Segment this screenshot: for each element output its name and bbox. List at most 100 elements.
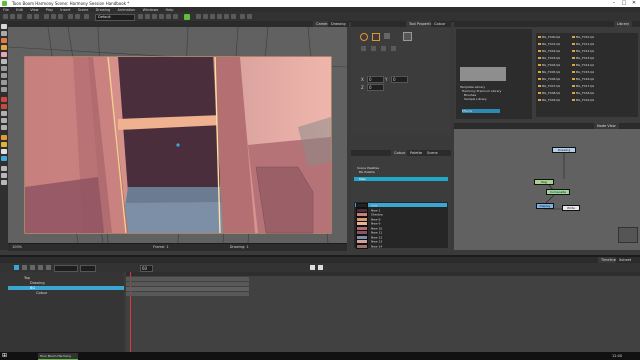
drawing-node[interactable]: Drawing (552, 147, 576, 153)
grid-icon[interactable] (75, 14, 80, 19)
preferences-icon[interactable] (173, 14, 178, 19)
scene-icon[interactable] (138, 14, 143, 19)
open-icon[interactable] (10, 14, 15, 19)
help-icon[interactable] (84, 14, 89, 19)
lasso-icon[interactable] (360, 33, 368, 41)
line-tool-icon[interactable] (1, 66, 7, 71)
colour-swatch-row[interactable]: New 11 (355, 230, 447, 235)
view-icon[interactable] (247, 14, 252, 19)
undo-icon[interactable] (27, 14, 32, 19)
palette-item[interactable]: BG Palette (359, 170, 375, 174)
colour-swatch-row[interactable]: New 10 (355, 225, 447, 231)
play-button-icon[interactable] (30, 265, 35, 270)
camera-view[interactable] (8, 27, 347, 243)
camera-icon[interactable] (196, 14, 201, 19)
transform-tool-icon[interactable] (1, 135, 7, 140)
eraser-tool-icon[interactable] (1, 52, 7, 57)
zoom-tool-icon[interactable] (1, 173, 7, 178)
library-file-item[interactable]: BG_T000.tpl (538, 35, 560, 39)
hand-tool-icon[interactable] (1, 166, 7, 171)
colour-swatch-row[interactable]: Shadow (355, 212, 447, 217)
polyline-tool-icon[interactable] (1, 87, 7, 92)
play-icon[interactable] (145, 14, 150, 19)
record-icon[interactable] (152, 14, 157, 19)
frame-field[interactable] (54, 265, 78, 272)
text-tool-icon[interactable] (1, 59, 7, 64)
field-x-input[interactable]: 0 (367, 76, 384, 83)
colour-swatch-row[interactable]: New 8 (355, 216, 447, 222)
write-node[interactable]: Write (562, 205, 580, 211)
colour-swatch-row[interactable]: New 14 (355, 243, 447, 249)
stroke-tool-icon[interactable] (1, 118, 7, 123)
xsheet-icon[interactable] (210, 14, 215, 19)
tree-item-selected[interactable]: Effects (462, 109, 500, 113)
library-file-item[interactable]: BG_T003.tpl (538, 56, 560, 60)
render-icon[interactable] (159, 14, 164, 19)
frame-count[interactable]: 60 (140, 265, 153, 272)
rectangle-tool-icon[interactable] (1, 73, 7, 78)
library-file-item[interactable]: BG_T007.tpl (538, 84, 560, 88)
node-navigator[interactable] (618, 227, 638, 243)
new-icon[interactable] (3, 14, 8, 19)
colour-swatch-row[interactable]: New 12 (355, 234, 447, 240)
copy-icon[interactable] (51, 14, 56, 19)
frame-grid[interactable] (126, 272, 640, 354)
node-view[interactable]: Drawing Peg Composite Display Write (454, 129, 640, 250)
workspace-select[interactable]: Default (95, 13, 135, 21)
layer-row[interactable]: Drawing (8, 281, 124, 285)
dropper-tool-icon[interactable] (1, 111, 7, 116)
library-file-item[interactable]: BG_T009.tpl (538, 98, 560, 102)
rotate-view-icon[interactable] (1, 180, 7, 185)
library-file-item[interactable]: BG_T004.tpl (538, 63, 560, 67)
library-file-item[interactable]: BG_T017.tpl (572, 84, 594, 88)
library-file-item[interactable]: BG_T006.tpl (538, 77, 560, 81)
contour-editor-icon[interactable] (1, 31, 7, 36)
loop-icon[interactable] (46, 265, 51, 270)
prev-frame-icon[interactable] (22, 265, 27, 270)
node-icon[interactable] (217, 14, 222, 19)
first-frame-icon[interactable] (14, 265, 19, 270)
colour-swatch-row[interactable]: New 9 (355, 221, 447, 226)
field-z-input[interactable]: 0 (367, 84, 384, 91)
maximize-button[interactable]: □ (619, 0, 629, 7)
field-y-input[interactable]: 0 (391, 76, 408, 83)
palette-icon[interactable] (231, 14, 236, 19)
library-file-item[interactable]: BG_T014.tpl (572, 63, 594, 67)
pencil-tool-icon[interactable] (1, 45, 7, 50)
redo-icon[interactable] (34, 14, 39, 19)
sound-icon[interactable] (318, 265, 323, 270)
cut-icon[interactable] (44, 14, 49, 19)
colour-swatch-row[interactable]: New 13 (355, 239, 447, 244)
paste-icon[interactable] (58, 14, 63, 19)
snap-icon[interactable] (384, 33, 390, 39)
rotate-cw-icon[interactable] (381, 46, 386, 51)
layer-row[interactable]: Top (8, 276, 124, 280)
start-button[interactable]: ⊞ (2, 352, 7, 360)
script-icon[interactable] (240, 14, 245, 19)
next-frame-icon[interactable] (38, 265, 43, 270)
cutter-tool-icon[interactable] (1, 125, 7, 130)
library-file-item[interactable]: BG_T011.tpl (572, 42, 594, 46)
fps-field[interactable] (80, 265, 96, 272)
brush-tool-icon[interactable] (1, 38, 7, 43)
close-button[interactable]: ✕ (629, 0, 639, 7)
library-file-item[interactable]: BG_T013.tpl (572, 56, 594, 60)
library-file-item[interactable]: BG_T008.tpl (538, 91, 560, 95)
colour-swatch-row[interactable]: Line (355, 203, 447, 208)
animate-tool-icon[interactable] (1, 142, 7, 147)
timeline-icon[interactable] (203, 14, 208, 19)
display-node[interactable]: Display (536, 203, 554, 209)
flip-v-icon[interactable] (371, 46, 376, 51)
bone-tool-icon[interactable] (1, 156, 7, 161)
zoom-level[interactable]: 100% (12, 245, 22, 249)
export-icon[interactable] (166, 14, 171, 19)
taskbar-app-button[interactable]: Toon Boom Harmony (38, 353, 78, 360)
library-file-item[interactable]: BG_T015.tpl (572, 70, 594, 74)
layout-icon[interactable] (68, 14, 73, 19)
paint-tool-icon[interactable] (1, 97, 7, 102)
deform-tool-icon[interactable] (1, 149, 7, 154)
select-mode-icon[interactable] (403, 32, 412, 41)
select-tool-icon[interactable] (1, 24, 7, 29)
library-icon[interactable] (224, 14, 229, 19)
flip-h-icon[interactable] (361, 46, 366, 51)
